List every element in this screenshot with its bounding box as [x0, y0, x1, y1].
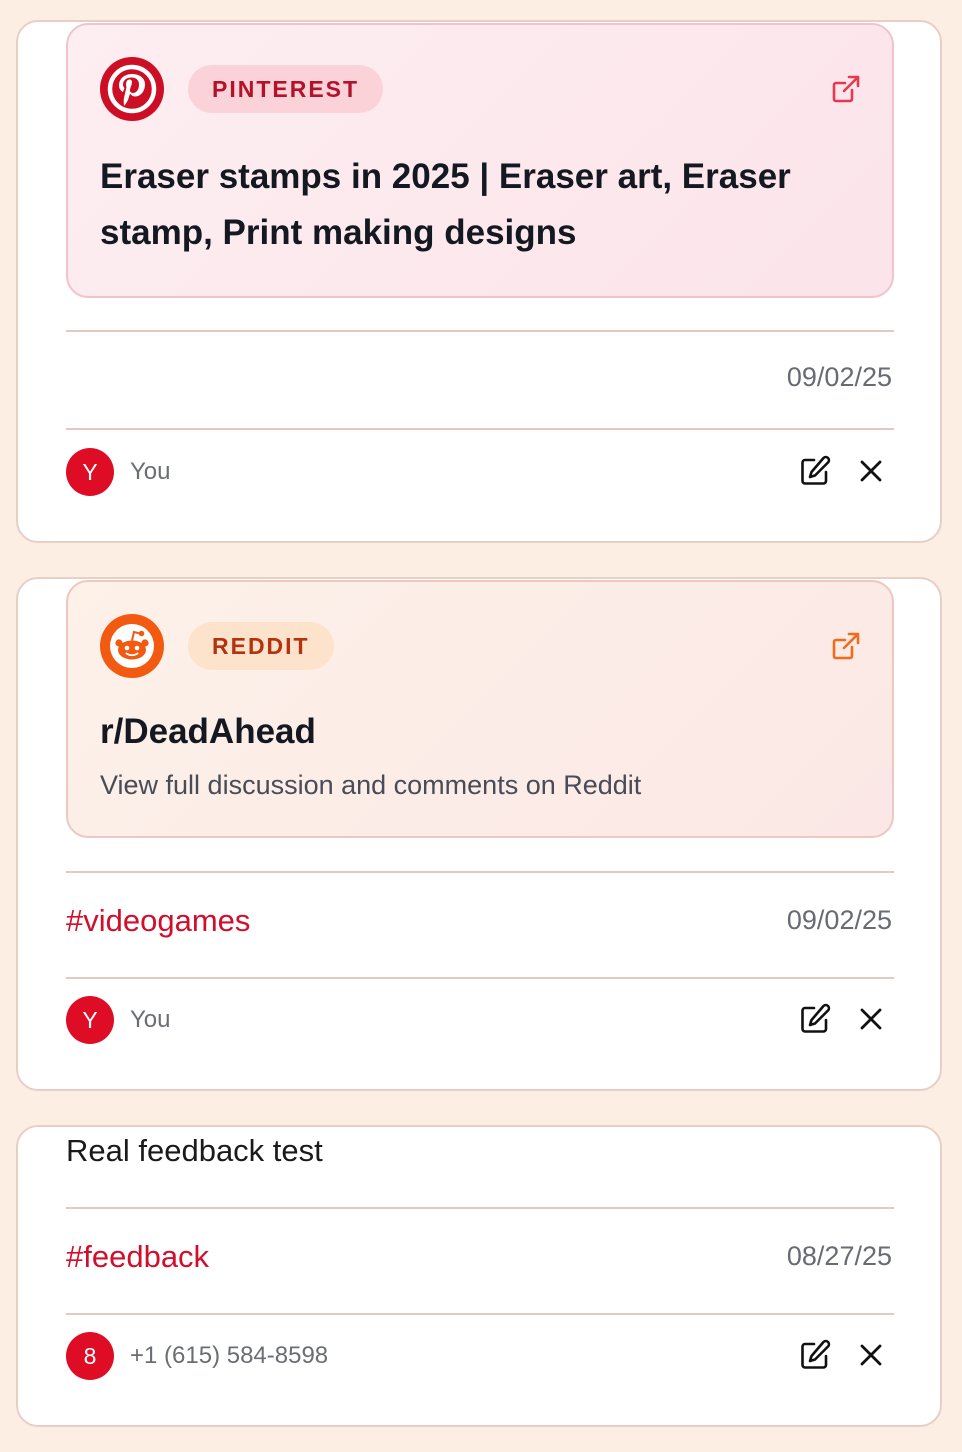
- post-date: 09/02/25: [786, 362, 892, 392]
- external-link-icon[interactable]: [830, 73, 862, 105]
- avatar: Y: [66, 448, 114, 496]
- external-link-icon[interactable]: [830, 630, 862, 662]
- post-card: REDDIT r/DeadAhead View full discussion …: [16, 577, 942, 1091]
- preview-subtitle: View full discussion and comments on Red…: [100, 770, 642, 800]
- close-icon[interactable]: [854, 454, 888, 488]
- edit-icon[interactable]: [798, 454, 832, 488]
- pinterest-logo-icon: [100, 57, 164, 121]
- divider: [66, 330, 894, 332]
- divider: [66, 1313, 894, 1315]
- author-name: You: [130, 1006, 171, 1033]
- post-card: PINTEREST Eraser stamps in 2025 | Eraser…: [16, 20, 942, 543]
- close-icon[interactable]: [854, 1338, 888, 1372]
- edit-icon[interactable]: [798, 1002, 832, 1036]
- divider: [66, 1207, 894, 1209]
- link-preview-reddit[interactable]: REDDIT r/DeadAhead View full discussion …: [66, 580, 894, 838]
- post-body: Real feedback test: [66, 1133, 323, 1168]
- author-name: +1 (615) 584-8598: [130, 1342, 329, 1369]
- platform-badge: PINTEREST: [188, 65, 384, 113]
- link-preview-pinterest[interactable]: PINTEREST Eraser stamps in 2025 | Eraser…: [66, 23, 894, 298]
- divider: [66, 871, 894, 873]
- avatar: 8: [66, 1332, 114, 1380]
- divider: [66, 977, 894, 979]
- hashtag-link[interactable]: #videogames: [66, 903, 250, 939]
- edit-icon[interactable]: [798, 1338, 832, 1372]
- post-date: 08/27/25: [786, 1241, 892, 1271]
- platform-badge: REDDIT: [188, 622, 334, 670]
- hashtag-link[interactable]: #feedback: [66, 1239, 209, 1275]
- divider: [66, 428, 894, 430]
- avatar: Y: [66, 996, 114, 1044]
- preview-title: Eraser stamps in 2025 | Eraser art, Eras…: [100, 157, 791, 252]
- post-card: Real feedback test #feedback 08/27/25 8 …: [16, 1125, 942, 1427]
- close-icon[interactable]: [854, 1002, 888, 1036]
- post-date: 09/02/25: [786, 905, 892, 935]
- preview-title: r/DeadAhead: [100, 712, 316, 751]
- author-name: You: [130, 458, 171, 485]
- reddit-logo-icon: [100, 614, 164, 678]
